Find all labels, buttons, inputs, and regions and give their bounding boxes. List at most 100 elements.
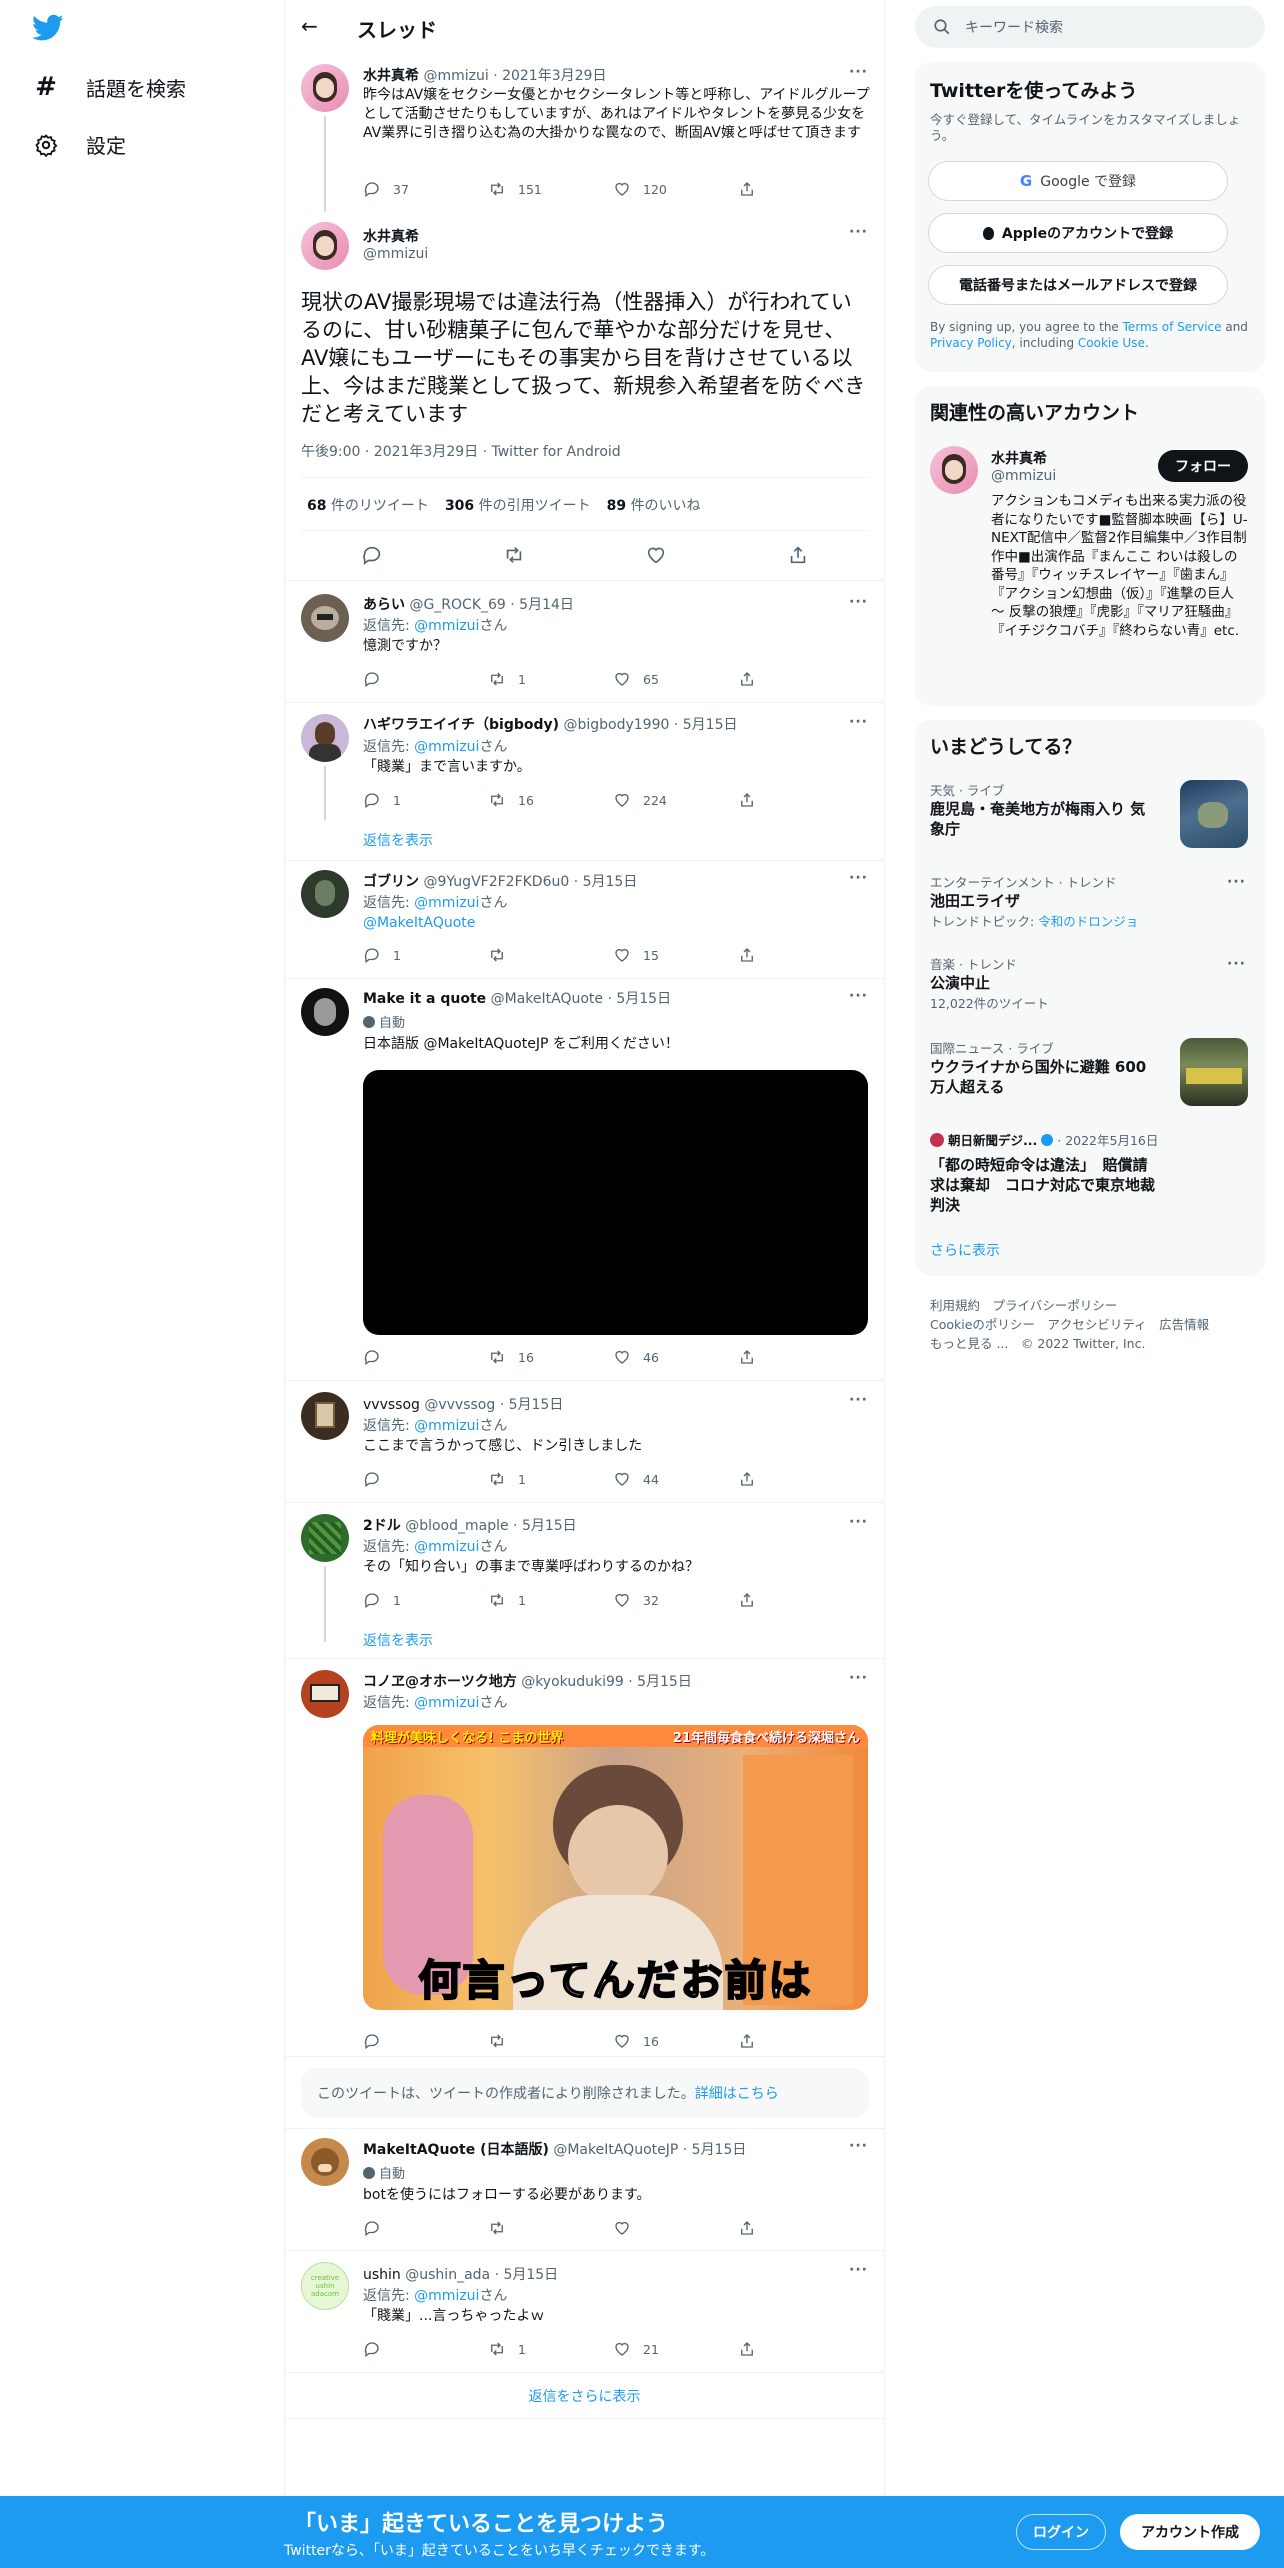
avatar[interactable] [301, 1392, 349, 1440]
display-name[interactable]: ハギワラエイイチ（bigbody) [363, 717, 559, 733]
display-name[interactable]: ushin [363, 2267, 401, 2283]
like-stat[interactable]: 89 件のいいね [607, 495, 701, 515]
reply-icon[interactable] [361, 544, 383, 566]
handle[interactable]: @bigbody1990 · 5月15日 [563, 717, 737, 733]
terms-link[interactable]: Terms of Service [1123, 320, 1222, 334]
share-button[interactable] [738, 2032, 863, 2050]
avatar[interactable]: creative ushin adacom [301, 2262, 349, 2310]
privacy-link[interactable]: Privacy Policy [930, 336, 1012, 350]
more-options-icon[interactable]: ··· [849, 2262, 868, 2278]
trend-item[interactable]: 音楽 · トレンド 公演中止 12,022件のツイート [930, 954, 1250, 1012]
related-name[interactable]: 水井真希 [991, 448, 1047, 468]
reply-button[interactable] [363, 1348, 488, 1366]
reply-button[interactable] [363, 670, 488, 688]
share-button[interactable] [738, 2219, 863, 2237]
share-button[interactable] [738, 1591, 863, 1609]
avatar[interactable] [301, 222, 349, 270]
more-options-icon[interactable]: ··· [849, 1670, 868, 1686]
like-button[interactable]: 224 [613, 791, 738, 809]
trend-item[interactable]: 朝日新聞デジ... · 2022年5月16日 「都の時短命令は違法」 賠償請求は… [930, 1130, 1250, 1215]
more-options-icon[interactable]: ··· [849, 594, 868, 610]
handle[interactable]: @G_ROCK_69 · 5月14日 [409, 597, 573, 613]
mention-link[interactable]: @mmizui [414, 739, 479, 755]
more-options-icon[interactable]: ··· [849, 64, 868, 80]
like-button[interactable] [613, 2219, 738, 2237]
retweet-button[interactable] [488, 2032, 613, 2050]
handle[interactable]: @vvvssog · 5月15日 [424, 1397, 563, 1413]
nav-settings[interactable]: 設定 [32, 130, 126, 159]
reply-button[interactable] [363, 2032, 488, 2050]
share-button[interactable] [738, 670, 863, 688]
like-button[interactable]: 15 [613, 946, 738, 964]
retweet-icon[interactable] [503, 544, 525, 566]
google-signup-button[interactable]: G Google で登録 [928, 161, 1228, 201]
footer-line[interactable]: 利用規約 プライバシーポリシー [930, 1296, 1209, 1315]
avatar[interactable] [301, 2138, 349, 2186]
mention-link[interactable]: @mmizui [414, 1695, 479, 1711]
reply-button[interactable]: 1 [363, 946, 488, 964]
avatar[interactable] [930, 446, 978, 494]
display-name[interactable]: MakeItAQuote (日本語版) [363, 2142, 549, 2158]
display-name[interactable]: 水井真希 [363, 68, 419, 84]
share-button[interactable] [738, 1470, 863, 1488]
handle[interactable]: @kyokuduki99 · 5月15日 [521, 1674, 692, 1690]
search-input[interactable]: キーワード検索 [965, 17, 1063, 37]
like-button[interactable]: 44 [613, 1470, 738, 1488]
handle[interactable]: @mmizui [363, 246, 428, 262]
more-options-icon[interactable]: ··· [849, 1514, 868, 1530]
reply-button[interactable]: 1 [363, 1591, 488, 1609]
like-button[interactable]: 32 [613, 1591, 738, 1609]
like-button[interactable]: 120 [613, 180, 738, 198]
related-handle[interactable]: @mmizui [991, 468, 1056, 484]
reply-button[interactable] [363, 2340, 488, 2358]
quote-stat[interactable]: 306 件の引用ツイート [445, 495, 591, 515]
apple-signup-button[interactable]: Appleのアカウントで登録 [928, 213, 1228, 253]
mention-link[interactable]: @mmizui [414, 2288, 479, 2304]
handle[interactable]: @9YugVF2F2FKD6u0 · 5月15日 [423, 874, 637, 890]
like-button[interactable]: 21 [613, 2340, 738, 2358]
tweet-media[interactable]: 料理が美味しくなる! こまの世界 21年間毎食食べ続ける深堀さん 何言ってんだお… [363, 1725, 868, 2010]
mention-link[interactable]: @mmizui [414, 1539, 479, 1555]
share-button[interactable] [738, 946, 863, 964]
twitter-logo-icon[interactable] [32, 14, 64, 46]
timestamp[interactable]: · 2021年3月29日 [493, 68, 606, 84]
more-options-icon[interactable]: ··· [849, 224, 868, 240]
reply-button[interactable] [363, 1470, 488, 1488]
reply-button[interactable]: 1 [363, 791, 488, 809]
search-bar[interactable]: キーワード検索 [915, 6, 1265, 48]
mention-link[interactable]: @mmizui [414, 895, 479, 911]
handle[interactable]: @MakeItAQuoteJP · 5月15日 [553, 2142, 746, 2158]
reply-button[interactable]: 37 [363, 180, 488, 198]
share-icon[interactable] [787, 544, 809, 566]
retweet-button[interactable]: 151 [488, 180, 613, 198]
retweet-button[interactable] [488, 946, 613, 964]
handle[interactable]: @MakeItAQuote · 5月15日 [491, 991, 671, 1007]
retweet-button[interactable] [488, 2219, 613, 2237]
display-name[interactable]: ゴブリン [363, 874, 419, 890]
trend-item[interactable]: エンターテインメント · トレンド 池田エライザ トレンドトピック: 令和のドロ… [930, 872, 1250, 930]
more-options-icon[interactable]: ··· [1227, 874, 1246, 890]
more-options-icon[interactable]: ··· [849, 1392, 868, 1408]
retweet-button[interactable]: 16 [488, 791, 613, 809]
show-replies-link[interactable]: 返信を表示 [363, 830, 433, 850]
share-button[interactable] [738, 1348, 863, 1366]
show-more-trends-link[interactable]: さらに表示 [930, 1240, 1000, 1260]
avatar[interactable] [301, 714, 349, 762]
retweet-button[interactable]: 1 [488, 2340, 613, 2358]
share-button[interactable] [738, 180, 863, 198]
like-button[interactable]: 16 [613, 2032, 738, 2050]
signup-button[interactable]: アカウント作成 [1120, 2514, 1260, 2550]
retweet-button[interactable]: 1 [488, 670, 613, 688]
tweet-meta[interactable]: 午後9:00 · 2021年3月29日 · Twitter for Androi… [301, 441, 621, 461]
more-options-icon[interactable]: ··· [849, 988, 868, 1004]
display-name[interactable]: vvvssog [363, 1397, 420, 1413]
cookie-link[interactable]: Cookie Use [1078, 336, 1145, 350]
footer-line[interactable]: Cookieのポリシー アクセシビリティ 広告情報 [930, 1315, 1209, 1334]
display-name[interactable]: 2ドル [363, 1518, 401, 1534]
show-more-replies-link[interactable]: 返信をさらに表示 [285, 2386, 884, 2406]
back-arrow-icon[interactable]: ← [301, 14, 318, 38]
learn-more-link[interactable]: 詳細はこちら [695, 2083, 779, 2103]
retweet-stat[interactable]: 68 件のリツイート [307, 495, 429, 515]
avatar[interactable] [301, 1514, 349, 1562]
retweet-button[interactable]: 16 [488, 1348, 613, 1366]
